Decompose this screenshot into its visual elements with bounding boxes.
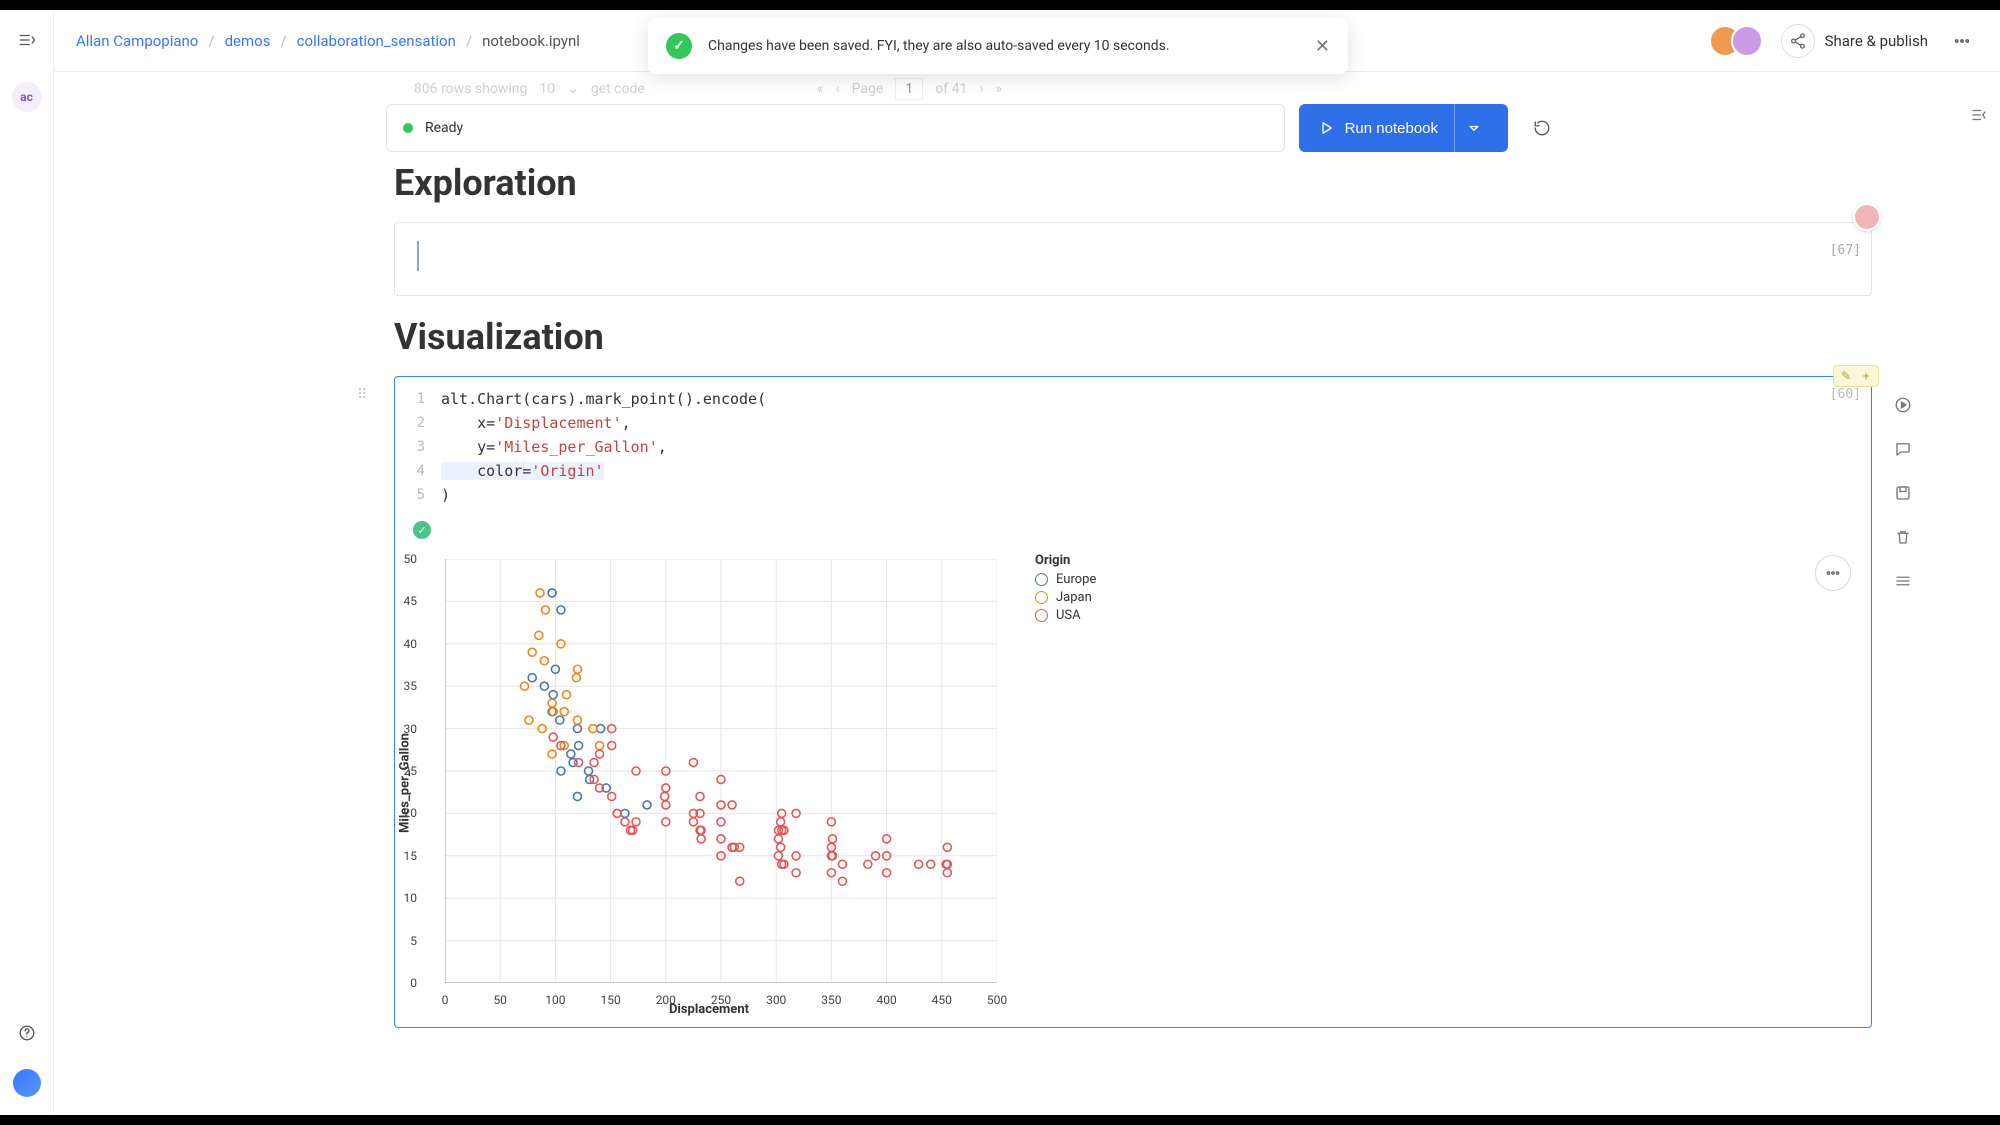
crumb-user[interactable]: Allan Campopiano [76, 32, 198, 50]
code-cell-active[interactable]: ⠿ ✎+ [60] 1 2 3 4 5 alt.Chart(cars).mark… [394, 376, 1872, 1028]
toast-close-icon[interactable]: ✕ [1315, 36, 1330, 57]
overflow-menu-icon[interactable] [1946, 25, 1978, 57]
legend-swatch-icon [1035, 573, 1048, 586]
code-cell-empty[interactable]: [67] [394, 222, 1872, 296]
pager-next-icon[interactable]: › [979, 81, 983, 97]
run-dropdown-icon[interactable] [1454, 104, 1492, 152]
chevron-down-icon[interactable]: ⌄ [567, 81, 579, 97]
y-tick-label: 5 [410, 934, 417, 948]
x-axis-label: Displacement [669, 1002, 749, 1017]
crumb-demos[interactable]: demos [225, 32, 271, 50]
x-tick-label: 150 [600, 993, 620, 1007]
line-gutter: 1 2 3 4 5 [395, 387, 433, 507]
page-number[interactable]: 1 [895, 78, 923, 100]
y-tick-label: 35 [404, 679, 418, 693]
legend-swatch-icon [1035, 591, 1048, 604]
x-tick-label: 200 [656, 993, 676, 1007]
y-tick-label: 30 [404, 722, 418, 736]
menu-collapse-icon[interactable] [11, 24, 43, 56]
comment-icon: ✎ [1836, 367, 1856, 385]
legend-label: USA [1056, 608, 1081, 623]
y-tick-label: 25 [404, 764, 418, 778]
save-output-icon[interactable] [1891, 481, 1915, 505]
y-tick-label: 40 [404, 637, 418, 651]
delete-cell-icon[interactable] [1891, 525, 1915, 549]
code-editor[interactable]: alt.Chart(cars).mark_point().encode( x='… [395, 377, 1871, 517]
cell-menu-icon[interactable] [1891, 569, 1915, 593]
crumb-sep: / [280, 32, 286, 50]
share-icon [1781, 24, 1815, 58]
y-tick-label: 50 [404, 552, 418, 566]
comment-icon[interactable] [1891, 437, 1915, 461]
plus-icon: + [1856, 367, 1876, 385]
section-heading-visualization: Visualization [394, 316, 1872, 358]
x-tick-label: 0 [442, 993, 449, 1007]
legend-item[interactable]: Japan [1035, 590, 1096, 605]
restart-kernel-icon[interactable] [1522, 108, 1562, 148]
y-tick-label: 0 [410, 976, 417, 990]
run-notebook-label: Run notebook [1345, 120, 1438, 137]
collaborator-cursor-avatar [1853, 203, 1881, 231]
drag-handle-icon[interactable]: ⠿ [357, 387, 369, 403]
x-tick-label: 250 [711, 993, 731, 1007]
crumb-project[interactable]: collaboration_sensation [297, 32, 456, 50]
pager-prev-icon[interactable]: ‹ [835, 81, 839, 97]
y-tick-label: 15 [404, 849, 418, 863]
toast-message: Changes have been saved. FYI, they are a… [708, 38, 1170, 54]
x-tick-label: 350 [821, 993, 841, 1007]
chart-legend: Origin Europe Japan USA [1035, 553, 1096, 1013]
run-notebook-button[interactable]: Run notebook [1299, 104, 1508, 152]
section-heading-exploration: Exploration [394, 162, 1872, 204]
save-toast: ✓ Changes have been saved. FYI, they are… [648, 18, 1348, 74]
x-tick-label: 100 [545, 993, 565, 1007]
execution-count: [67] [1830, 243, 1861, 258]
status-dot-icon [403, 123, 413, 133]
cell-output: Miles_per_Gallon Displacement 0510152025… [395, 547, 1871, 1027]
legend-label: Europe [1056, 572, 1096, 587]
x-tick-label: 500 [987, 993, 1007, 1007]
share-button[interactable]: Share & publish [1781, 24, 1928, 58]
run-cell-icon[interactable] [1891, 393, 1915, 417]
crumb-file: notebook.ipynl [482, 32, 580, 50]
legend-title: Origin [1035, 553, 1096, 568]
pager-first-icon[interactable]: « [817, 81, 824, 97]
kernel-status-label: Ready [425, 120, 463, 136]
y-tick-label: 20 [404, 806, 418, 820]
kernel-status: Ready [386, 104, 1285, 152]
toc-toggle-icon[interactable] [1970, 106, 1988, 128]
x-tick-label: 400 [876, 993, 896, 1007]
x-tick-label: 300 [766, 993, 786, 1007]
user-avatar-small[interactable]: ac [12, 82, 42, 112]
crumb-sep: / [208, 32, 214, 50]
y-tick-label: 45 [404, 594, 418, 608]
x-tick-label: 50 [493, 993, 507, 1007]
x-tick-label: 450 [932, 993, 952, 1007]
legend-swatch-icon [1035, 609, 1048, 622]
pager-last-icon[interactable]: » [996, 81, 1003, 97]
help-icon[interactable] [11, 1017, 43, 1049]
legend-item[interactable]: Europe [1035, 572, 1096, 587]
share-label: Share & publish [1825, 32, 1928, 50]
execution-count: [60] [1830, 387, 1861, 402]
scatter-chart: Miles_per_Gallon Displacement 0510152025… [409, 553, 1009, 1013]
cell-comment-badge[interactable]: ✎+ [1833, 365, 1879, 387]
breadcrumb: Allan Campopiano / demos / collaboration… [76, 32, 580, 50]
cell-success-icon: ✓ [413, 521, 431, 539]
collaborator-avatars[interactable] [1709, 25, 1763, 57]
y-tick-label: 10 [404, 891, 418, 905]
brand-logo-icon[interactable] [13, 1069, 41, 1097]
text-cursor [417, 241, 419, 271]
crumb-sep: / [466, 32, 472, 50]
legend-label: Japan [1056, 590, 1092, 605]
success-icon: ✓ [666, 33, 692, 59]
legend-item[interactable]: USA [1035, 608, 1096, 623]
chart-plot-area [445, 559, 997, 983]
table-pager: 806 rows showing 10 ⌄ get code « ‹ Page … [54, 72, 1952, 102]
output-menu-icon[interactable] [1815, 555, 1851, 591]
